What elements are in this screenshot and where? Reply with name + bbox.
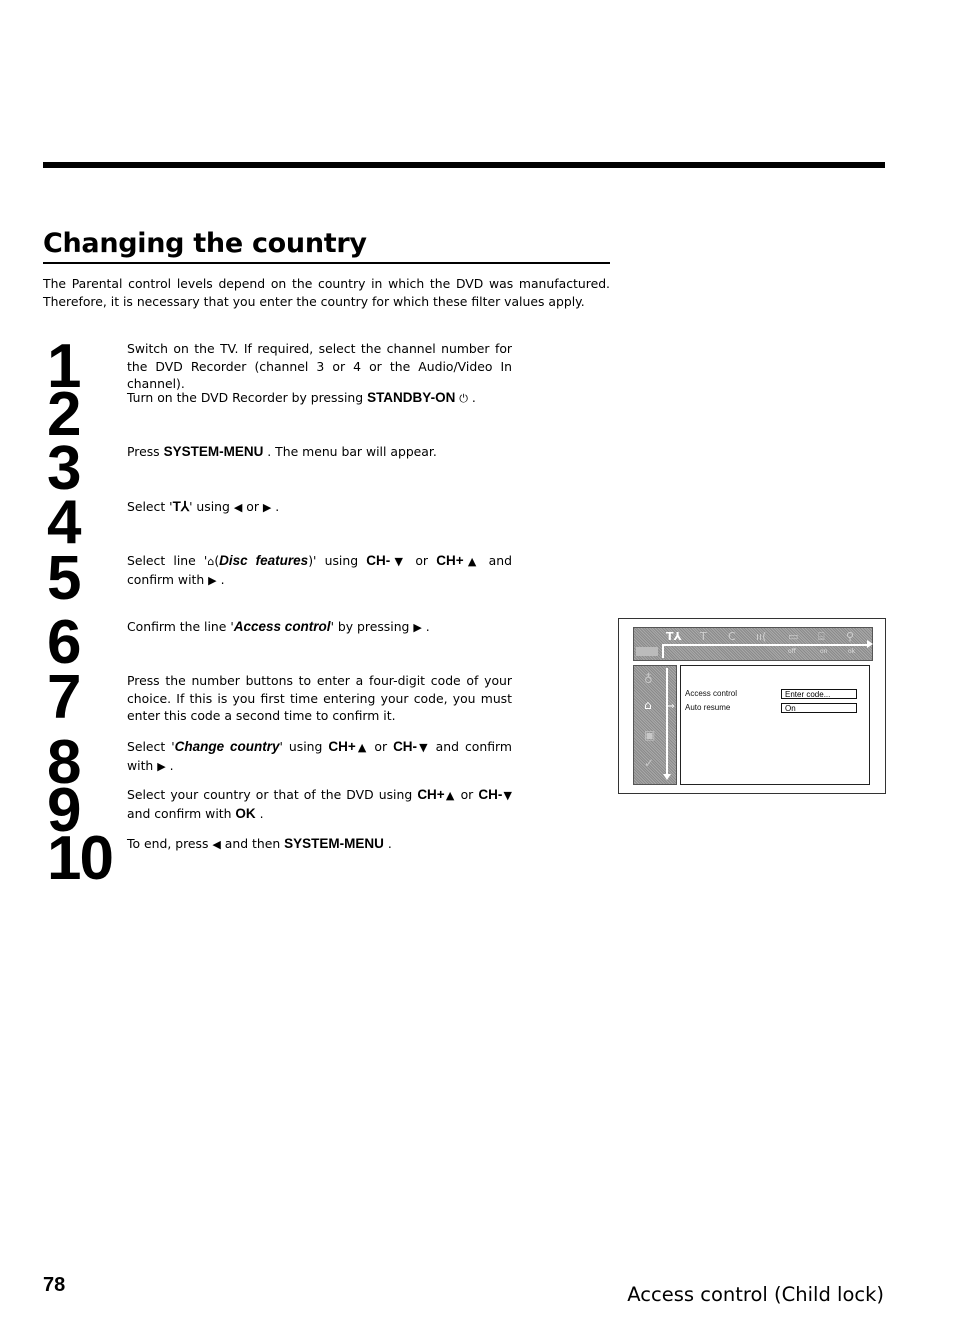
text: Press: [127, 444, 164, 459]
text: Select ': [127, 499, 173, 514]
tv-screen-illustration: T⅄ T C ıı( ▭ ⌸ ⚲ off on ok ♁ ⌂ ▣ ✓ ⇒ Acc…: [618, 618, 886, 794]
step-number-5: 5: [47, 544, 82, 613]
step-text-1: Switch on the TV. If required, select th…: [127, 341, 512, 391]
text: or: [242, 499, 263, 514]
text: .: [383, 836, 392, 851]
text: Turn on the DVD Recorder by pressing: [127, 390, 368, 405]
menu-bar: T⅄ T C ıı( ▭ ⌸ ⚲ off on ok: [633, 627, 873, 661]
step-number-7: 7: [47, 663, 82, 732]
key-ch-plus: CH+: [417, 787, 445, 802]
text: .: [421, 619, 430, 634]
menu-arrow-line: [662, 644, 870, 646]
menu-sub-label: off: [788, 648, 796, 655]
text: and then: [220, 836, 285, 851]
zoom-icon: ⚲: [846, 630, 855, 643]
step-text-3: Press SYSTEM-MENU . The menu bar will ap…: [127, 443, 512, 461]
text: .: [271, 499, 280, 514]
key-ch-plus: CH+: [436, 553, 464, 568]
auto-resume-value[interactable]: On: [781, 703, 857, 713]
step-text-9: Select your country or that of the DVD u…: [127, 786, 512, 822]
left-arrow-icon: ◀: [212, 838, 221, 851]
text: ' by pressing: [330, 619, 414, 634]
down-arrow-icon: ▼: [390, 555, 408, 568]
up-arrow-icon: ▲: [444, 789, 456, 802]
pointer-arrow-icon: ⇒: [667, 702, 675, 712]
settings-tools-icon: T⅄: [172, 499, 190, 514]
step-number-10: 10: [47, 824, 114, 893]
change-country-label: Change country: [174, 739, 280, 754]
menu-sub-label: on: [820, 648, 828, 655]
right-arrow-icon: ▶: [413, 621, 422, 634]
right-arrow-icon: ▶: [208, 573, 217, 587]
settings-tools-icon: T⅄: [666, 630, 682, 643]
access-control-row-label: Access control: [685, 689, 738, 698]
access-control-value[interactable]: Enter code...: [781, 689, 857, 699]
step-text-8: Select 'Change country' using CH+▲ or CH…: [127, 738, 512, 775]
screen-icon: ▭: [788, 630, 799, 643]
step-text-2: Turn on the DVD Recorder by pressing STA…: [127, 389, 512, 408]
sound-icon: ıı(: [756, 630, 767, 643]
power-icon: ⏻: [459, 392, 468, 405]
text: . The menu bar will appear.: [263, 444, 437, 459]
key-ok: OK: [235, 805, 256, 821]
text: ' using: [189, 499, 234, 514]
tv-icon: ▣: [644, 728, 656, 742]
text: ' using: [279, 739, 329, 754]
text: )' using: [308, 553, 367, 568]
up-arrow-icon: ▲: [463, 555, 481, 568]
text: .: [467, 390, 476, 405]
down-arrowhead-icon: [663, 774, 671, 780]
key-ch-minus: CH-: [366, 553, 391, 568]
key-ch-minus: CH-: [393, 739, 418, 754]
camera-icon: ⌸: [818, 630, 825, 643]
text: .: [216, 571, 225, 587]
key-ch-plus: CH+: [328, 739, 356, 754]
step-text-5: Select line '⌂(Disc features)' using CH-…: [127, 552, 512, 589]
text: .: [255, 805, 264, 821]
right-arrowhead-icon: [867, 640, 873, 648]
text: Confirm the line ': [127, 619, 234, 634]
menu-sub-label: ok: [848, 648, 856, 655]
text: Select line ': [127, 553, 208, 568]
step-text-4: Select 'T⅄' using ◀ or ▶ .: [127, 498, 512, 517]
sidebar-arrow-line: [666, 668, 668, 776]
key-system-menu: SYSTEM-MENU: [163, 444, 264, 459]
text: or: [455, 787, 479, 802]
step-text-6: Confirm the line 'Access control' by pre…: [127, 618, 512, 637]
clock-icon: C: [728, 630, 736, 643]
text: .: [165, 757, 174, 773]
text: To end, press: [127, 836, 213, 851]
page-title: Changing the country: [43, 228, 610, 264]
text: or: [407, 553, 437, 568]
key-standby-on: STANDBY-ON: [367, 390, 456, 405]
down-arrow-icon: ▼: [417, 741, 430, 754]
check-icon: ✓: [644, 756, 655, 770]
disc-features-icon: ⌂: [644, 698, 652, 712]
disc-features-label: Disc features: [219, 553, 309, 568]
step-text-7: Press the number buttons to enter a four…: [127, 673, 512, 723]
menu-content: Access control Enter code... Auto resume…: [680, 665, 870, 785]
top-rule: [43, 162, 885, 168]
right-arrow-icon: ▶: [157, 759, 166, 773]
menu-sidebar: ♁ ⌂ ▣ ✓ ⇒: [633, 665, 677, 785]
auto-resume-row-label: Auto resume: [685, 703, 731, 712]
page-number: 78: [43, 1274, 66, 1296]
section-title: Access control (Child lock): [627, 1283, 884, 1306]
timer-icon: T: [700, 630, 707, 643]
key-system-menu: SYSTEM-MENU: [284, 836, 384, 851]
menu-arrow-stem: [662, 644, 664, 658]
remote-icon: ♁: [644, 672, 653, 686]
text: and confirm with: [127, 805, 236, 821]
down-arrow-icon: ▼: [502, 789, 513, 802]
key-ch-minus: CH-: [478, 787, 503, 802]
dvd-tag: [636, 647, 658, 656]
intro-paragraph: The Parental control levels depend on th…: [43, 276, 610, 309]
text: Select ': [127, 739, 175, 754]
text: or: [368, 739, 394, 754]
up-arrow-icon: ▲: [355, 741, 369, 754]
step-text-10: To end, press ◀ and then SYSTEM-MENU .: [127, 835, 512, 854]
access-control-label: Access control: [233, 619, 331, 634]
text: Select your country or that of the DVD u…: [127, 787, 418, 802]
